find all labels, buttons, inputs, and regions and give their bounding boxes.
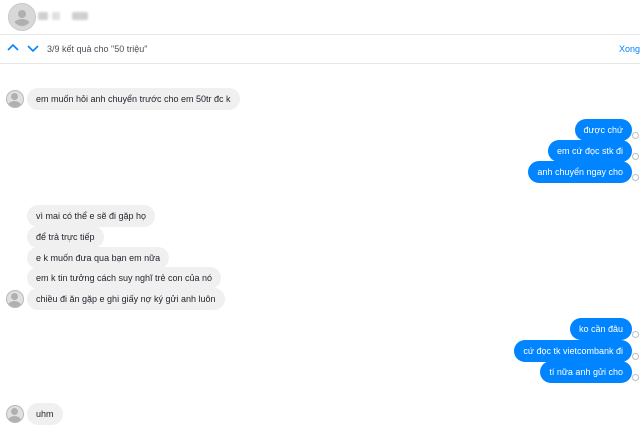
chevron-up-icon[interactable] bbox=[6, 41, 20, 55]
chevron-down-icon[interactable] bbox=[26, 41, 40, 55]
seen-indicator bbox=[632, 132, 639, 139]
message-bubble: vì mai có thể e sẽ đi gặp họ bbox=[27, 205, 156, 227]
message-bubble: chiều đi ăn gặp e ghi giấy nợ ký gửi anh… bbox=[27, 288, 225, 310]
done-button[interactable]: Xong bbox=[619, 44, 640, 54]
seen-indicator bbox=[632, 174, 639, 181]
search-result-count: 3/9 kết quả cho "50 triệu" bbox=[47, 44, 148, 54]
search-result-bar: 3/9 kết quả cho "50 triệu" Xong bbox=[0, 35, 640, 64]
message-bubble: được chứ bbox=[574, 119, 632, 141]
sender-avatar bbox=[6, 405, 24, 423]
message-bubble: tí nữa anh gửi cho bbox=[540, 361, 632, 383]
seen-indicator bbox=[632, 331, 639, 338]
chat-header bbox=[0, 0, 640, 35]
message-bubble: e k muốn đưa qua bạn em nữa bbox=[27, 247, 170, 269]
blurred-contact-name-3 bbox=[72, 12, 88, 20]
message-list: em muốn hỏi anh chuyển trước cho em 50tr… bbox=[0, 64, 640, 428]
message-bubble: ko cần đâu bbox=[569, 318, 632, 340]
seen-indicator bbox=[632, 353, 639, 360]
message-bubble: để trả trực tiếp bbox=[27, 226, 104, 248]
message-bubble: em cứ đọc stk đi bbox=[547, 140, 632, 162]
sender-avatar bbox=[6, 290, 24, 308]
contact-avatar[interactable] bbox=[8, 3, 36, 31]
sender-avatar bbox=[6, 90, 24, 108]
message-bubble: cứ đọc tk vietcombank đi bbox=[514, 340, 632, 362]
message-bubble: em muốn hỏi anh chuyển trước cho em 50tr… bbox=[27, 88, 240, 110]
seen-indicator bbox=[632, 153, 639, 160]
blurred-contact-name-2 bbox=[52, 12, 60, 20]
seen-indicator bbox=[632, 374, 639, 381]
message-bubble: anh chuyển ngay cho bbox=[528, 161, 632, 183]
blurred-contact-name bbox=[38, 12, 48, 20]
message-bubble: em k tin tưởng cách suy nghĩ trẻ con của… bbox=[27, 267, 222, 289]
message-bubble: uhm bbox=[27, 403, 63, 425]
